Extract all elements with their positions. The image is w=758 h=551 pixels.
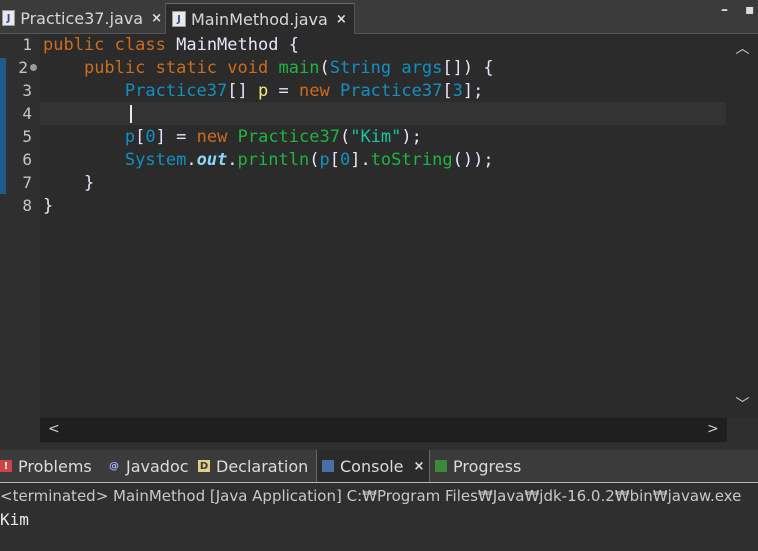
code-editor[interactable]: 1 2 3 4 5 6 7 8 public class MainMethod … xyxy=(0,34,758,442)
scroll-down-icon[interactable]: ﹀ xyxy=(727,394,758,418)
tab-declaration[interactable]: D Declaration xyxy=(198,450,308,482)
line-number-gutter: 1 2 3 4 5 6 7 8 xyxy=(0,34,40,442)
code-line: } xyxy=(83,173,95,193)
fold-collapse-icon[interactable] xyxy=(30,64,37,71)
code-area[interactable]: public class MainMethod { public static … xyxy=(43,34,494,234)
problems-icon: ! xyxy=(0,460,12,472)
vertical-scrollbar[interactable]: ︿ ﹀ xyxy=(727,34,758,418)
code-line: Practice37[] p = new Practice37[3]; xyxy=(124,81,484,101)
line-number: 1 xyxy=(22,35,32,54)
tab-console[interactable]: Console × xyxy=(316,450,430,482)
progress-icon xyxy=(435,460,447,472)
close-icon[interactable]: × xyxy=(151,11,162,26)
code-line: public static void main(String args[]) { xyxy=(83,58,494,78)
javadoc-icon: @ xyxy=(109,460,119,472)
tab-label: Console xyxy=(340,456,404,476)
tab-label: Declaration xyxy=(216,456,309,476)
tab-problems[interactable]: ! Problems xyxy=(0,450,92,482)
editor-tab-bar: J Practice37.java × J MainMethod.java × … xyxy=(0,0,758,34)
scrollbar-corner xyxy=(727,418,758,442)
current-line-highlight xyxy=(40,102,726,125)
tab-label: Javadoc xyxy=(126,456,189,476)
java-file-icon: J xyxy=(2,10,16,26)
console-output[interactable]: Kim xyxy=(0,510,29,529)
code-line: System.out.println(p[0].toString()); xyxy=(124,150,494,170)
close-icon[interactable]: × xyxy=(336,12,347,27)
horizontal-scrollbar[interactable]: < > xyxy=(40,418,727,442)
text-cursor xyxy=(130,105,132,123)
console-status: <terminated> MainMethod [Java Applicatio… xyxy=(0,487,742,505)
line-number: 3 xyxy=(22,81,32,100)
code-line: p[0] = new Practice37("Kim"); xyxy=(124,127,422,147)
line-number: 8 xyxy=(22,196,32,215)
tab-label: MainMethod.java xyxy=(191,9,328,29)
scroll-left-icon[interactable]: < xyxy=(48,421,60,437)
code-line: } xyxy=(43,196,54,216)
tab-practice37[interactable]: J Practice37.java × xyxy=(2,3,162,33)
maximize-button[interactable]: ▪ xyxy=(745,2,755,18)
console-icon xyxy=(322,460,334,472)
view-tab-bar: ! Problems @ Javadoc D Declaration Conso… xyxy=(0,450,758,483)
java-file-icon: J xyxy=(172,11,186,27)
line-number: 5 xyxy=(22,127,32,146)
tab-label: Progress xyxy=(453,456,522,476)
close-icon[interactable]: × xyxy=(414,459,425,474)
tab-label: Problems xyxy=(18,456,92,476)
tab-progress[interactable]: Progress xyxy=(435,450,521,482)
code-line: public class MainMethod { xyxy=(43,35,299,55)
tab-label: Practice37.java xyxy=(20,8,144,28)
declaration-icon: D xyxy=(198,460,210,472)
tab-javadoc[interactable]: @ Javadoc xyxy=(108,450,189,482)
line-number: 6 xyxy=(22,150,32,169)
line-number: 7 xyxy=(22,173,32,192)
scroll-right-icon[interactable]: > xyxy=(707,421,719,437)
line-number: 4 xyxy=(22,104,32,123)
line-number: 2 xyxy=(18,58,28,77)
bottom-panel: ! Problems @ Javadoc D Declaration Conso… xyxy=(0,442,758,551)
tab-mainmethod[interactable]: J MainMethod.java × xyxy=(165,3,355,34)
minimize-button[interactable]: – xyxy=(721,2,728,18)
change-bar xyxy=(0,58,6,194)
scroll-up-icon[interactable]: ︿ xyxy=(727,38,758,62)
